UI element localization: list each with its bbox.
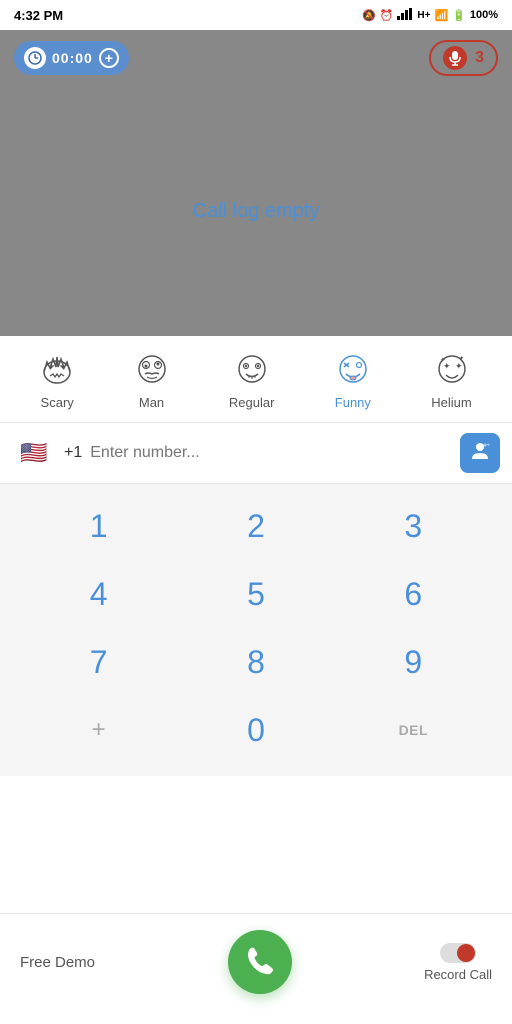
data-icon: H+ bbox=[417, 10, 430, 21]
dial-row-1: 1 2 3 bbox=[20, 494, 492, 558]
timer-pill[interactable]: 00:00 + bbox=[14, 41, 129, 75]
toggle-track bbox=[440, 943, 476, 963]
dial-key-3[interactable]: 3 bbox=[368, 494, 458, 558]
status-icons: 🔕 ⏰ H+ 📶 🔋 100% bbox=[362, 8, 498, 23]
filter-helium[interactable]: ✦ ✦ ✦ ✦ Helium bbox=[421, 348, 481, 414]
phone-number-input[interactable] bbox=[90, 444, 452, 462]
phone-input-row: 🇺🇸 +1 bbox=[0, 423, 512, 484]
helium-icon: ✦ ✦ ✦ ✦ bbox=[435, 352, 469, 391]
dial-key-del[interactable]: DEL bbox=[368, 698, 458, 762]
dial-key-6[interactable]: 6 bbox=[368, 562, 458, 626]
status-time: 4:32 PM bbox=[14, 8, 63, 23]
dial-key-5[interactable]: 5 bbox=[211, 562, 301, 626]
country-flag[interactable]: 🇺🇸 bbox=[12, 437, 56, 469]
funny-label: Funny bbox=[335, 395, 371, 410]
voice-filter-bar: Scary Man bbox=[0, 336, 512, 423]
dial-key-7[interactable]: 7 bbox=[54, 630, 144, 694]
top-controls-bar: 00:00 + 3 bbox=[0, 30, 512, 86]
dial-key-9[interactable]: 9 bbox=[368, 630, 458, 694]
dial-key-2[interactable]: 2 bbox=[211, 494, 301, 558]
filter-regular[interactable]: Regular bbox=[219, 348, 285, 414]
record-call-label: Record Call bbox=[424, 967, 492, 982]
regular-icon bbox=[235, 352, 269, 391]
record-call-area: Record Call bbox=[424, 943, 492, 982]
record-toggle[interactable] bbox=[440, 943, 476, 963]
filter-funny[interactable]: Funny bbox=[325, 348, 381, 414]
record-pill[interactable]: 3 bbox=[429, 40, 498, 76]
dial-key-4[interactable]: 4 bbox=[54, 562, 144, 626]
funny-icon bbox=[336, 352, 370, 391]
dial-key-8[interactable]: 8 bbox=[211, 630, 301, 694]
scary-label: Scary bbox=[41, 395, 74, 410]
dial-key-0[interactable]: 0 bbox=[211, 698, 301, 762]
dial-pad: 1 2 3 4 5 6 7 8 9 + 0 DEL bbox=[0, 484, 512, 776]
dial-row-3: 7 8 9 bbox=[20, 630, 492, 694]
signal-icon bbox=[397, 8, 413, 23]
call-phone-icon bbox=[244, 943, 276, 982]
contacts-button[interactable] bbox=[460, 433, 500, 473]
scary-icon bbox=[40, 352, 74, 391]
country-code: +1 bbox=[64, 444, 82, 462]
timer-add-button[interactable]: + bbox=[99, 48, 119, 68]
helium-label: Helium bbox=[431, 395, 471, 410]
dial-row-4: + 0 DEL bbox=[20, 698, 492, 762]
dial-key-1[interactable]: 1 bbox=[54, 494, 144, 558]
wifi-icon: 📶 bbox=[434, 9, 448, 22]
dial-row-2: 4 5 6 bbox=[20, 562, 492, 626]
man-icon bbox=[135, 352, 169, 391]
alarm-icon: ⏰ bbox=[380, 9, 394, 22]
dial-key-plus[interactable]: + bbox=[54, 698, 144, 762]
battery-percent: 100% bbox=[470, 9, 498, 21]
bottom-bar: Free Demo Record Call bbox=[0, 913, 512, 1024]
filter-scary[interactable]: Scary bbox=[30, 348, 84, 414]
filter-man[interactable]: Man bbox=[125, 348, 179, 414]
record-count: 3 bbox=[475, 49, 484, 67]
svg-text:✦: ✦ bbox=[440, 356, 446, 364]
svg-text:✦: ✦ bbox=[455, 361, 463, 371]
contacts-icon bbox=[469, 439, 491, 467]
battery-icon: 🔋 bbox=[452, 9, 466, 22]
timer-clock-icon bbox=[24, 47, 46, 69]
call-log-empty-text: Call log empty bbox=[193, 200, 320, 223]
status-bar: 4:32 PM 🔕 ⏰ H+ 📶 🔋 100% bbox=[0, 0, 512, 30]
call-log-area: Call log empty bbox=[0, 86, 512, 336]
free-demo-label[interactable]: Free Demo bbox=[20, 954, 95, 971]
microphone-icon bbox=[443, 46, 467, 70]
toggle-knob bbox=[457, 944, 475, 962]
timer-display: 00:00 bbox=[52, 50, 93, 66]
call-button[interactable] bbox=[228, 930, 292, 994]
regular-label: Regular bbox=[229, 395, 275, 410]
svg-text:✦: ✦ bbox=[459, 355, 464, 362]
silent-icon: 🔕 bbox=[362, 9, 376, 22]
man-label: Man bbox=[139, 395, 164, 410]
